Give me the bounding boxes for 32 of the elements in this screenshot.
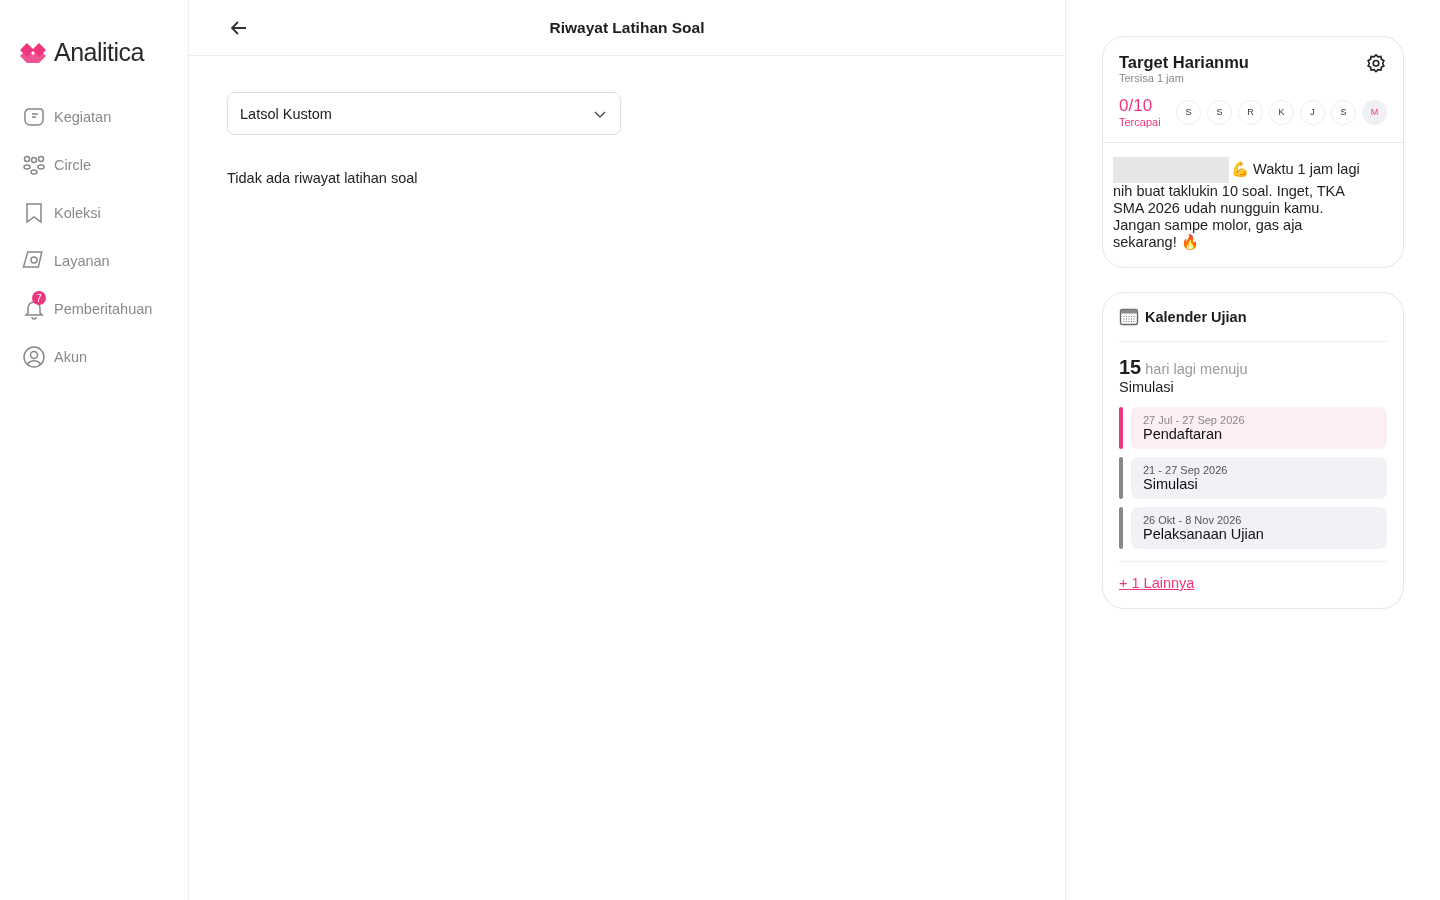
settings-icon: [1365, 53, 1387, 75]
calendar-icon: [1119, 307, 1139, 327]
sidebar-item[interactable]: Kegiatan: [22, 97, 188, 129]
sidebar-item[interactable]: Circle: [22, 145, 188, 177]
motivation-message: 💪 Waktu 1 jam lagi nih buat taklukin 10 soal. Inget, TKA SMA 2026 udah nungguin kamu. Jangan sampe molor, gas aja sekarang! 🔥: [1113, 157, 1363, 251]
settings-button[interactable]: [1365, 53, 1387, 75]
days-count: 15: [1119, 356, 1142, 379]
empty-message: Tidak ada riwayat latihan soal: [227, 170, 419, 186]
progress-count: 0/10: [1119, 96, 1154, 116]
next-event: Simulasi: [1119, 379, 1175, 395]
brand-name: Analitica: [54, 38, 144, 67]
more-link[interactable]: + 1 Lainnya: [1119, 575, 1195, 591]
sidebar-item[interactable]: Akun: [22, 337, 188, 369]
user-icon: [22, 345, 46, 369]
day-indicator: M: [1362, 99, 1387, 125]
logo-icon: [18, 40, 48, 65]
page-title: Riwayat Latihan Soal: [549, 18, 705, 37]
event-item[interactable]: 27 Jul - 27 Sep 2026 Pendaftaran: [1131, 407, 1387, 449]
event-item[interactable]: 21 - 27 Sep 2026 Simulasi: [1131, 457, 1387, 499]
chat-icon: [22, 105, 46, 129]
notification-badge: 7: [32, 291, 46, 305]
card-title: Target Harianmu: [1119, 53, 1249, 72]
card-title: Kalender Ujian: [1145, 309, 1247, 325]
remaining-time: Tersisa 1 jam: [1119, 72, 1185, 84]
sidebar-item[interactable]: Layanan: [22, 241, 188, 273]
sidebar-item[interactable]: Koleksi: [22, 193, 188, 225]
sidebar-item[interactable]: 7 Pemberitahuan: [22, 289, 188, 321]
progress-label: Tercapai: [1119, 116, 1161, 128]
people-icon: [22, 153, 46, 177]
event-item[interactable]: 26 Okt - 8 Nov 2026 Pelaksanaan Ujian: [1131, 507, 1387, 549]
days-caption: hari lagi menuju: [1145, 361, 1248, 377]
filter-dropdown[interactable]: Latsol Kustom: [227, 92, 621, 135]
